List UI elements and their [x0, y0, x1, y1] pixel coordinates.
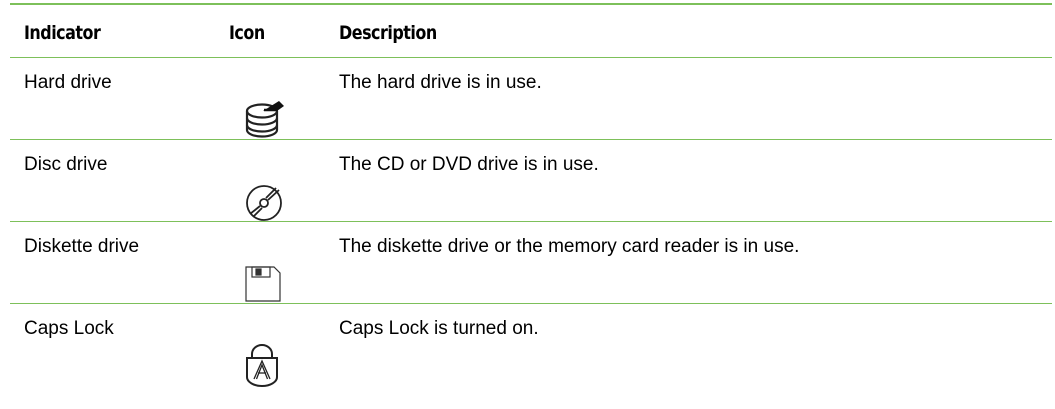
table-header: Indicator Icon Description [10, 5, 1052, 57]
table-row-hard-drive: Hard drive The hard drive is in use. [10, 58, 1052, 139]
header-indicator: Indicator [24, 22, 101, 44]
description-text: Caps Lock is turned on. [339, 318, 539, 339]
header-description: Description [339, 22, 437, 44]
hard-drive-icon [242, 99, 292, 141]
indicator-label: Diskette drive [24, 236, 140, 257]
disc-drive-icon [242, 181, 292, 223]
diskette-icon [242, 263, 292, 305]
header-icon: Icon [229, 22, 265, 44]
table-row-disc-drive: Disc drive The CD or DVD drive is in use… [10, 140, 1052, 221]
indicator-label: Caps Lock [24, 318, 114, 339]
table-row-diskette-drive: Diskette drive The diskette drive or the… [10, 222, 1052, 303]
indicator-label: Hard drive [24, 72, 112, 93]
indicator-table: Indicator Icon Description Hard drive Th… [10, 3, 1052, 387]
caps-lock-icon [242, 343, 292, 387]
indicator-label: Disc drive [24, 154, 108, 175]
table-row-caps-lock: Caps Lock Caps Lock is turned on. [10, 304, 1052, 387]
description-text: The hard drive is in use. [339, 72, 542, 93]
description-text: The diskette drive or the memory card re… [339, 236, 800, 257]
description-text: The CD or DVD drive is in use. [339, 154, 599, 175]
